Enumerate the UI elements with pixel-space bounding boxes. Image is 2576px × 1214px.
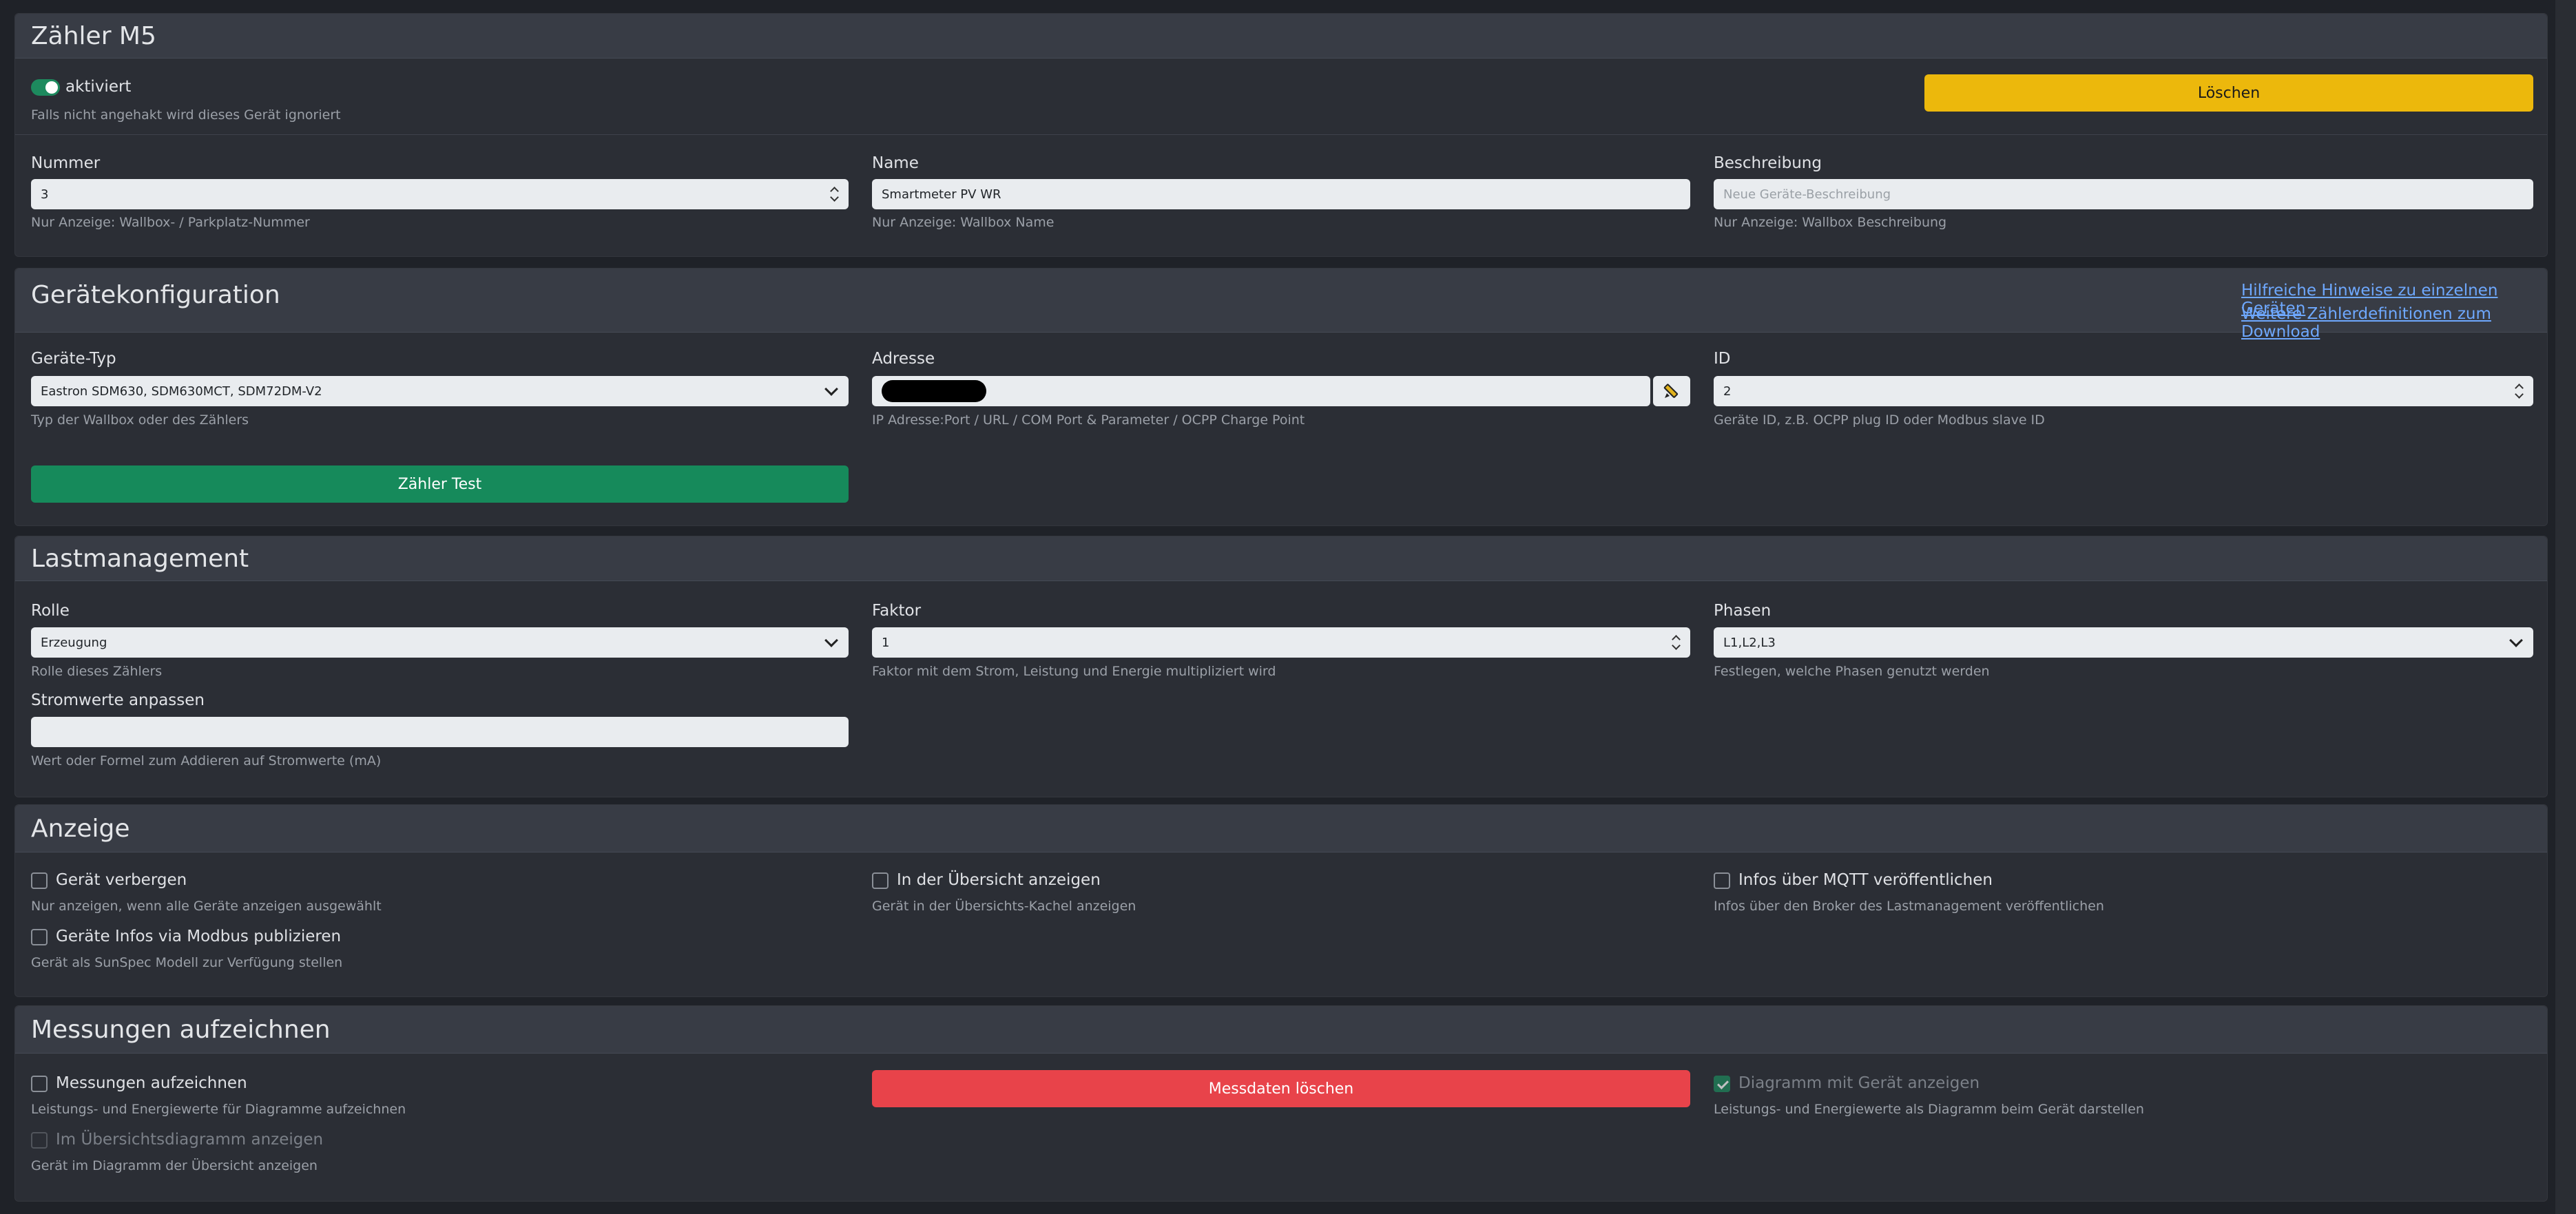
- factor-label: Faktor: [872, 602, 922, 620]
- device-card-header: Zähler M5: [15, 14, 2547, 59]
- description-placeholder: Neue Geräte-Beschreibung: [1723, 187, 1891, 202]
- device-divider: [15, 134, 2547, 135]
- id-value: 2: [1723, 384, 1732, 399]
- record-measurements-checkbox[interactable]: [31, 1076, 48, 1092]
- display-card: Anzeige Gerät verbergen Nur anzeigen, we…: [14, 804, 2548, 997]
- device-type-value: Eastron SDM630, SDM630MCT, SDM72DM-V2: [41, 384, 322, 399]
- config-card-header: Gerätekonfiguration Hilfreiche Hinweise …: [15, 269, 2547, 341]
- load-card: Lastmanagement Rolle Erzeugung Rolle die…: [14, 536, 2548, 797]
- current-adjust-help: Wert oder Formel zum Addieren auf Stromw…: [31, 753, 382, 768]
- display-title: Anzeige: [31, 815, 130, 843]
- record-card-header: Messungen aufzeichnen: [15, 1006, 2547, 1054]
- number-input[interactable]: 3: [31, 179, 849, 209]
- modbus-publish-checkbox[interactable]: [31, 929, 48, 945]
- pencil-icon: [1663, 384, 1679, 398]
- address-input[interactable]: [872, 376, 1650, 406]
- record-card: Messungen aufzeichnen Messungen aufzeich…: [14, 1005, 2548, 1202]
- address-help: IP Adresse:Port / URL / COM Port & Param…: [872, 412, 1305, 428]
- device-title: Zähler M5: [31, 22, 156, 50]
- mqtt-publish-label: Infos über MQTT veröffentlichen: [1738, 871, 1993, 889]
- overview-diagram-checkbox[interactable]: [31, 1132, 48, 1149]
- display-card-header: Anzeige: [15, 805, 2547, 852]
- device-type-help: Typ der Wallbox oder des Zählers: [31, 412, 249, 428]
- description-label: Beschreibung: [1714, 154, 1822, 172]
- modbus-publish-help: Gerät als SunSpec Modell zur Verfügung s…: [31, 955, 343, 970]
- diagram-with-device-label: Diagramm mit Gerät anzeigen: [1738, 1074, 1980, 1092]
- id-spinner-icon[interactable]: [2515, 383, 2524, 399]
- diagram-with-device-help: Leistungs- und Energiewerte als Diagramm…: [1714, 1102, 2144, 1117]
- toggle-knob: [45, 81, 58, 94]
- config-title: Gerätekonfiguration: [31, 281, 280, 309]
- active-help: Falls nicht angehakt wird dieses Gerät i…: [31, 107, 341, 123]
- chevron-down-icon: [2509, 634, 2523, 647]
- mqtt-publish-checkbox[interactable]: [1714, 872, 1730, 889]
- factor-input[interactable]: 1: [872, 627, 1690, 658]
- factor-spinner-icon[interactable]: [1672, 634, 1681, 651]
- number-help: Nur Anzeige: Wallbox- / Parkplatz-Nummer: [31, 215, 310, 230]
- description-input[interactable]: Neue Geräte-Beschreibung: [1714, 179, 2533, 209]
- id-label: ID: [1714, 350, 1731, 368]
- delete-measurements-button[interactable]: Messdaten löschen: [872, 1070, 1690, 1107]
- show-in-overview-checkbox[interactable]: [872, 872, 889, 889]
- config-card: Gerätekonfiguration Hilfreiche Hinweise …: [14, 268, 2548, 526]
- name-input[interactable]: Smartmeter PV WR: [872, 179, 1690, 209]
- id-input[interactable]: 2: [1714, 376, 2533, 406]
- name-help: Nur Anzeige: Wallbox Name: [872, 215, 1055, 230]
- device-type-label: Geräte-Typ: [31, 350, 116, 368]
- active-label: aktiviert: [65, 78, 132, 96]
- phases-label: Phasen: [1714, 602, 1772, 620]
- role-label: Rolle: [31, 602, 70, 620]
- factor-value: 1: [882, 635, 890, 650]
- overview-diagram-label: Im Übersichtsdiagramm anzeigen: [56, 1131, 324, 1149]
- name-label: Name: [872, 154, 919, 172]
- delete-device-button[interactable]: Löschen: [1924, 74, 2533, 112]
- number-value: 3: [41, 187, 49, 202]
- download-link[interactable]: Weitere Zählerdefinitionen zum Download: [2241, 305, 2547, 341]
- redacted-address: [882, 380, 986, 402]
- device-card: Zähler M5 aktiviert Falls nicht angehakt…: [14, 13, 2548, 257]
- name-value: Smartmeter PV WR: [882, 187, 1001, 202]
- current-adjust-label: Stromwerte anpassen: [31, 691, 205, 709]
- chevron-down-icon: [824, 634, 838, 647]
- hide-device-checkbox[interactable]: [31, 872, 48, 889]
- role-value: Erzeugung: [41, 635, 107, 650]
- factor-help: Faktor mit dem Strom, Leistung und Energ…: [872, 664, 1276, 679]
- device-type-select[interactable]: Eastron SDM630, SDM630MCT, SDM72DM-V2: [31, 376, 849, 406]
- modbus-publish-label: Geräte Infos via Modbus publizieren: [56, 928, 342, 945]
- scrollbar-track[interactable]: [2555, 0, 2576, 1214]
- record-title: Messungen aufzeichnen: [31, 1016, 331, 1044]
- phases-help: Festlegen, welche Phasen genutzt werden: [1714, 664, 1990, 679]
- hide-device-help: Nur anzeigen, wenn alle Geräte anzeigen …: [31, 899, 382, 914]
- id-help: Geräte ID, z.B. OCPP plug ID oder Modbus…: [1714, 412, 2045, 428]
- phases-value: L1,L2,L3: [1723, 635, 1776, 650]
- edit-address-button[interactable]: [1653, 376, 1690, 406]
- number-label: Nummer: [31, 154, 101, 172]
- description-help: Nur Anzeige: Wallbox Beschreibung: [1714, 215, 1947, 230]
- role-help: Rolle dieses Zählers: [31, 664, 163, 679]
- address-label: Adresse: [872, 350, 935, 368]
- overview-diagram-help: Gerät im Diagramm der Übersicht anzeigen: [31, 1158, 318, 1173]
- load-title: Lastmanagement: [31, 545, 249, 573]
- chevron-down-icon: [824, 382, 838, 396]
- number-spinner-icon[interactable]: [831, 186, 839, 202]
- phases-select[interactable]: L1,L2,L3: [1714, 627, 2533, 658]
- diagram-with-device-checkbox[interactable]: [1714, 1076, 1730, 1092]
- record-measurements-help: Leistungs- und Energiewerte für Diagramm…: [31, 1102, 406, 1117]
- hide-device-label: Gerät verbergen: [56, 871, 187, 889]
- mqtt-publish-help: Infos über den Broker des Lastmanagement…: [1714, 899, 2104, 914]
- current-adjust-input[interactable]: [31, 717, 849, 747]
- meter-test-button[interactable]: Zähler Test: [31, 465, 849, 503]
- record-measurements-label: Messungen aufzeichnen: [56, 1074, 247, 1092]
- show-in-overview-label: In der Übersicht anzeigen: [897, 871, 1101, 889]
- load-card-header: Lastmanagement: [15, 536, 2547, 581]
- role-select[interactable]: Erzeugung: [31, 627, 849, 658]
- show-in-overview-help: Gerät in der Übersichts-Kachel anzeigen: [872, 899, 1136, 914]
- active-toggle[interactable]: [31, 79, 60, 96]
